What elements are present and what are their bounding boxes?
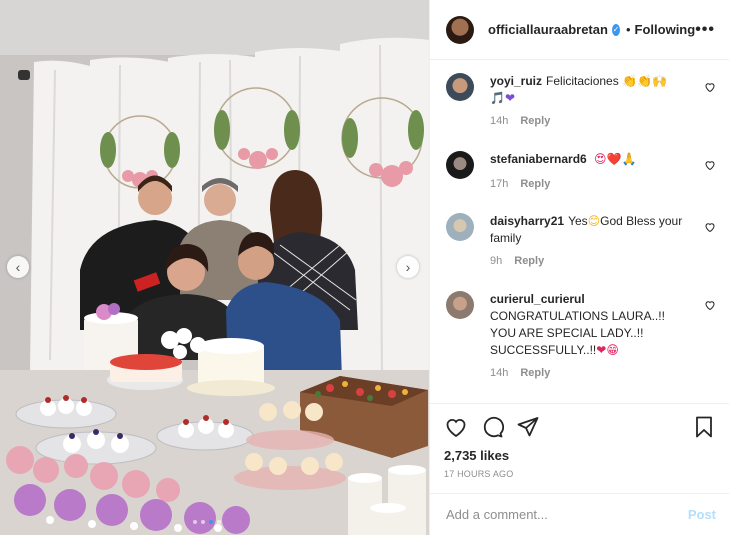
- more-options-icon[interactable]: •••: [695, 21, 715, 39]
- following-button[interactable]: Following: [635, 22, 696, 37]
- add-comment-input[interactable]: [446, 507, 688, 522]
- like-comment-heart-icon[interactable]: [704, 221, 716, 233]
- comment-item: yoyi_ruiz Felicitaciones 👏👏🙌 🎵❤ 14h Reply: [446, 73, 716, 127]
- comment-time: 14h: [490, 367, 509, 379]
- post-timestamp: 17 HOURS AGO: [444, 469, 514, 479]
- comment-meta: 14h Reply: [490, 115, 716, 127]
- commenter-avatar[interactable]: [446, 151, 474, 179]
- header-separator: •: [625, 22, 631, 37]
- comment-bubble-icon[interactable]: [480, 415, 504, 439]
- heart-grin-emoji: ❤😁: [596, 343, 619, 357]
- commenter-username[interactable]: yoyi_ruiz: [490, 74, 542, 88]
- comments-list[interactable]: yoyi_ruiz Felicitaciones 👏👏🙌 🎵❤ 14h Reply …: [430, 61, 729, 403]
- reply-button[interactable]: Reply: [520, 178, 550, 190]
- comment-text: stefaniabernard6 😍❤️🙏: [490, 151, 690, 168]
- commenter-username[interactable]: stefaniabernard6: [490, 152, 587, 166]
- comment-text: daisyharry21 Yes😊God Bless your family: [490, 213, 690, 247]
- heart-eyes-emoji: 😍❤️🙏: [594, 152, 637, 166]
- commenter-avatar[interactable]: [446, 291, 474, 319]
- author-username[interactable]: officiallauraabretan: [488, 22, 608, 37]
- comment-item: curierul_curierul CONGRATULATIONS LAURA.…: [446, 291, 716, 379]
- add-comment-bar: Post: [430, 493, 729, 535]
- verified-badge-icon: ✓: [611, 23, 620, 36]
- like-comment-heart-icon[interactable]: [704, 299, 716, 311]
- share-paper-plane-icon[interactable]: [516, 415, 540, 439]
- like-heart-icon[interactable]: [444, 415, 468, 439]
- action-bar: [444, 414, 716, 440]
- carousel-next-button[interactable]: ›: [397, 256, 419, 278]
- smile-emoji: 😊: [587, 214, 601, 228]
- clapping-emoji: 👏👏🙌: [622, 74, 667, 88]
- comment-body: Felicitaciones: [546, 74, 619, 88]
- commenter-username[interactable]: curierul_curierul: [490, 292, 585, 306]
- chevron-left-icon: ‹: [15, 259, 21, 275]
- carousel-prev-button[interactable]: ‹: [7, 256, 29, 278]
- reply-button[interactable]: Reply: [520, 115, 550, 127]
- likes-count[interactable]: 2,735 likes: [444, 448, 716, 463]
- commenter-avatar[interactable]: [446, 73, 474, 101]
- comment-meta: 17h Reply: [490, 178, 716, 190]
- comment-time: 9h: [490, 255, 503, 267]
- commenter-avatar[interactable]: [446, 213, 474, 241]
- comment-body: Yes: [568, 214, 588, 228]
- post-side-panel: officiallauraabretan ✓ • Following ••• y…: [429, 0, 729, 535]
- comment-item: stefaniabernard6 😍❤️🙏 17h Reply: [446, 151, 716, 190]
- family-celebration-photo: [0, 0, 429, 535]
- comment-text: yoyi_ruiz Felicitaciones 👏👏🙌 🎵❤: [490, 73, 690, 107]
- commenter-username[interactable]: daisyharry21: [490, 214, 564, 228]
- post-comment-button[interactable]: Post: [688, 507, 716, 522]
- comment-meta: 14h Reply: [490, 367, 716, 379]
- comment-item: daisyharry21 Yes😊God Bless your family 9h…: [446, 213, 716, 267]
- like-comment-heart-icon[interactable]: [704, 159, 716, 171]
- post-photo[interactable]: ‹ ›: [0, 0, 429, 535]
- comment-meta: 9h Reply: [490, 255, 716, 267]
- comment-body: CONGRATULATIONS LAURA..!! YOU ARE SPECIA…: [490, 309, 665, 357]
- reply-button[interactable]: Reply: [520, 367, 550, 379]
- chevron-right-icon: ›: [405, 259, 411, 275]
- save-bookmark-icon[interactable]: [692, 415, 716, 439]
- comment-time: 14h: [490, 115, 509, 127]
- like-comment-heart-icon[interactable]: [704, 81, 716, 93]
- post-actions: 2,735 likes 17 HOURS AGO: [430, 403, 729, 497]
- comment-time: 17h: [490, 178, 509, 190]
- music-heart-emoji: 🎵❤: [490, 91, 515, 105]
- reply-button[interactable]: Reply: [514, 255, 544, 267]
- author-avatar[interactable]: [446, 15, 474, 44]
- comment-text: curierul_curierul CONGRATULATIONS LAURA.…: [490, 291, 690, 359]
- post-header: officiallauraabretan ✓ • Following •••: [430, 0, 729, 60]
